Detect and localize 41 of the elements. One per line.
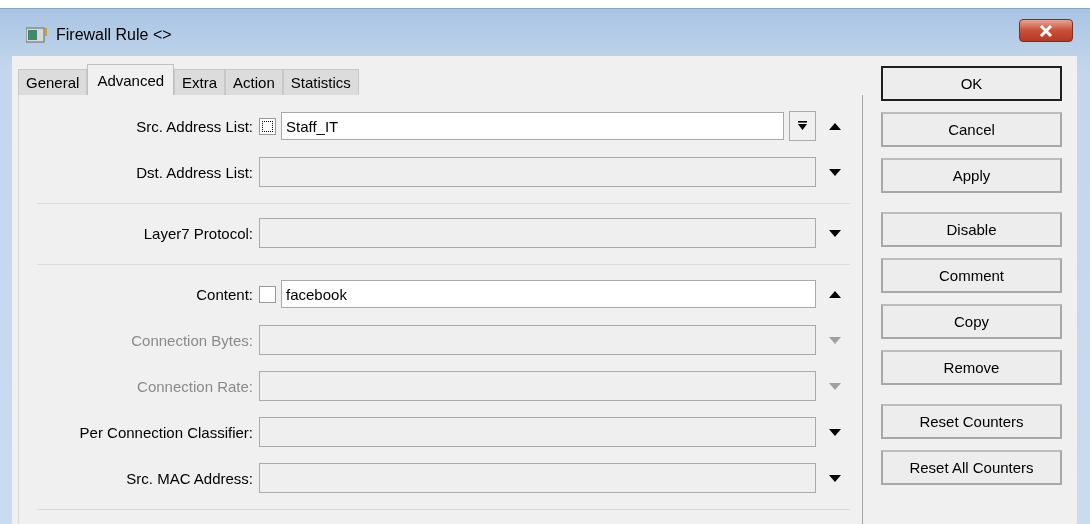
close-button[interactable] <box>1019 19 1073 42</box>
dialog-button[interactable]: Reset All Counters <box>881 450 1062 485</box>
tab[interactable]: Extra <box>174 69 226 95</box>
checkbox[interactable] <box>259 285 276 303</box>
field-label: Connection Bytes: <box>130 331 253 349</box>
field-label: Layer7 Protocol: <box>142 224 253 242</box>
tab[interactable]: Statistics <box>282 69 359 95</box>
combo-field[interactable] <box>259 325 816 355</box>
combo-field[interactable] <box>259 157 816 187</box>
dialog-button[interactable]: Reset Counters <box>881 404 1062 439</box>
app-icon <box>26 26 48 43</box>
field-label: Per Connection Classifier: <box>78 423 253 441</box>
dialog-button[interactable]: Disable <box>881 212 1062 247</box>
dialog-button[interactable]: Comment <box>881 258 1062 293</box>
text-field[interactable]: facebook <box>281 280 816 308</box>
text-field[interactable]: Staff_IT <box>281 112 784 140</box>
dialog-button[interactable]: OK <box>881 66 1062 101</box>
window-title: Firewall Rule <> <box>56 25 172 44</box>
combo-field[interactable] <box>259 417 816 447</box>
tab[interactable]: Action <box>225 69 283 95</box>
field-label: Src. MAC Address: <box>125 469 253 487</box>
down-arrow-icon[interactable] <box>828 472 842 484</box>
down-arrow-icon[interactable] <box>828 166 842 178</box>
tab[interactable]: General <box>18 69 88 95</box>
field-label: Connection Rate: <box>136 377 253 395</box>
field-label: Src. Address List: <box>135 117 253 135</box>
dialog-button[interactable]: Remove <box>881 350 1062 385</box>
down-arrow-icon[interactable] <box>828 426 842 438</box>
down-arrow-icon[interactable] <box>828 227 842 239</box>
field-label: Content: <box>195 285 253 303</box>
tab[interactable]: Advanced <box>87 64 175 95</box>
combo-field[interactable] <box>259 463 816 493</box>
combo-field[interactable] <box>259 371 816 401</box>
dialog-button[interactable]: Apply <box>881 158 1062 193</box>
dialog-button[interactable]: Cancel <box>881 112 1062 147</box>
combo-field[interactable] <box>259 218 816 248</box>
close-icon <box>1039 24 1053 37</box>
dropdown-icon <box>798 121 807 131</box>
dialog-button[interactable]: Copy <box>881 304 1062 339</box>
dropdown-button[interactable] <box>789 111 816 141</box>
field-label: Dst. Address List: <box>135 163 253 181</box>
